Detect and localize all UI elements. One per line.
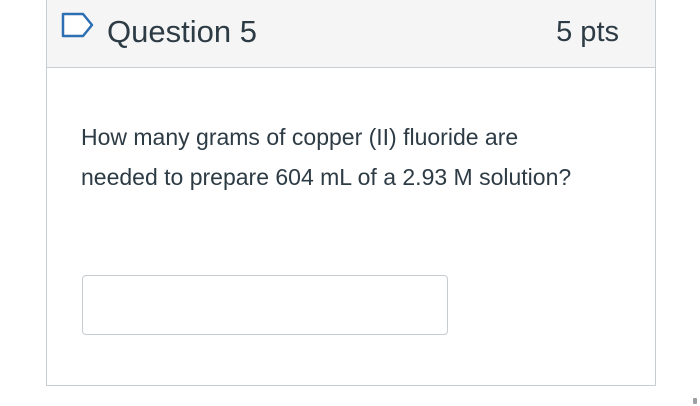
question-points: 5 pts bbox=[556, 16, 619, 48]
answer-input[interactable] bbox=[82, 275, 448, 335]
question-card: Question 5 5 pts How many grams of coppe… bbox=[46, 0, 656, 386]
flag-question-icon[interactable] bbox=[61, 12, 95, 38]
question-header: Question 5 5 pts bbox=[47, 0, 655, 68]
edge-marker bbox=[693, 398, 697, 404]
quiz-page: Question 5 5 pts How many grams of coppe… bbox=[0, 0, 700, 406]
question-text: How many grams of copper (II) fluoride a… bbox=[81, 124, 572, 190]
question-title: Question 5 bbox=[107, 14, 257, 49]
